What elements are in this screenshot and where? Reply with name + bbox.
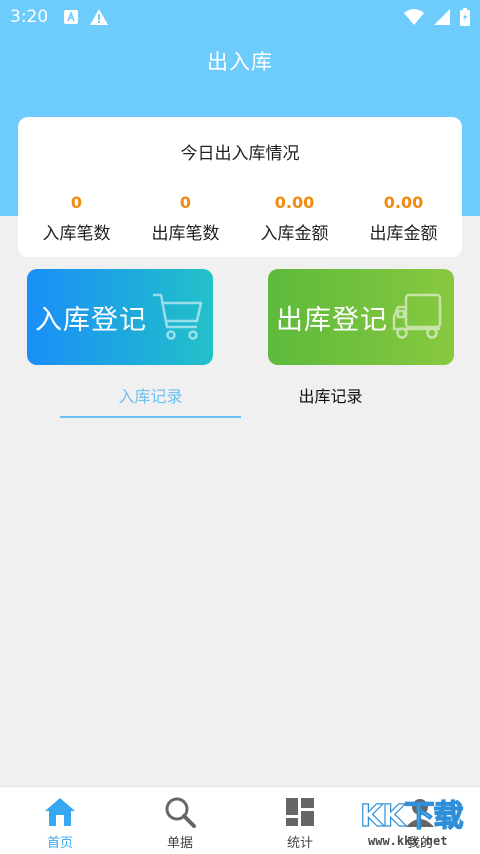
truck-icon [392, 289, 446, 347]
stat-value: 0 [70, 193, 83, 212]
status-right-group [394, 8, 470, 26]
stat-stock-in-count: 0 入库笔数 [27, 193, 127, 244]
stat-stock-out-amount: 0.00 出库金额 [354, 193, 454, 244]
stat-label: 出库金额 [369, 224, 438, 244]
tab-stock-in-records[interactable]: 入库记录 [60, 382, 241, 418]
stat-value: 0 [179, 193, 192, 212]
record-tabs: 入库记录 出库记录 [0, 382, 480, 422]
nav-item-statistics[interactable]: 统计 [240, 787, 360, 854]
stock-out-register-label: 出库登记 [276, 304, 388, 336]
summary-card: 今日出入库情况 0 入库笔数 0 出库笔数 0.00 入库金额 0.00 出库金… [18, 117, 462, 257]
stat-stock-out-count: 0 出库笔数 [136, 193, 236, 244]
a-box-icon [64, 10, 79, 24]
stock-in-register-label: 入库登记 [35, 304, 147, 336]
bottom-nav: 首页 单据 统计 我的 [0, 786, 480, 854]
stat-stock-in-amount: 0.00 入库金额 [245, 193, 345, 244]
summary-title: 今日出入库情况 [180, 144, 300, 164]
search-icon [164, 796, 196, 828]
tab-stock-out-records[interactable]: 出库记录 [240, 382, 421, 418]
home-icon [44, 796, 76, 828]
nav-label: 统计 [286, 836, 313, 851]
stats-icon [284, 796, 316, 828]
status-bar: 3:20 [0, 0, 480, 34]
wifi-icon [404, 9, 424, 25]
signal-icon [434, 9, 450, 25]
stat-value: 0.00 [274, 193, 315, 212]
summary-stats: 0 入库笔数 0 出库笔数 0.00 入库金额 0.00 出库金额 [18, 193, 462, 244]
stat-label: 入库金额 [260, 224, 329, 244]
stat-label: 入库笔数 [42, 224, 111, 244]
nav-item-documents[interactable]: 单据 [120, 787, 240, 854]
stat-label: 出库笔数 [151, 224, 220, 244]
cart-icon [151, 289, 205, 347]
stat-value: 0.00 [383, 193, 424, 212]
profile-icon [404, 796, 436, 828]
nav-item-home[interactable]: 首页 [0, 787, 120, 854]
warning-icon [90, 9, 109, 25]
stock-in-register-button[interactable]: 入库登记 [27, 269, 213, 365]
status-time: 3:20 [10, 7, 49, 27]
stock-out-register-button[interactable]: 出库登记 [268, 269, 454, 365]
battery-icon [460, 8, 470, 26]
nav-label: 首页 [46, 836, 73, 851]
nav-item-profile[interactable]: 我的 [360, 787, 480, 854]
page-title: 出入库 [207, 50, 273, 74]
nav-label: 我的 [406, 836, 433, 851]
nav-label: 单据 [166, 836, 193, 851]
